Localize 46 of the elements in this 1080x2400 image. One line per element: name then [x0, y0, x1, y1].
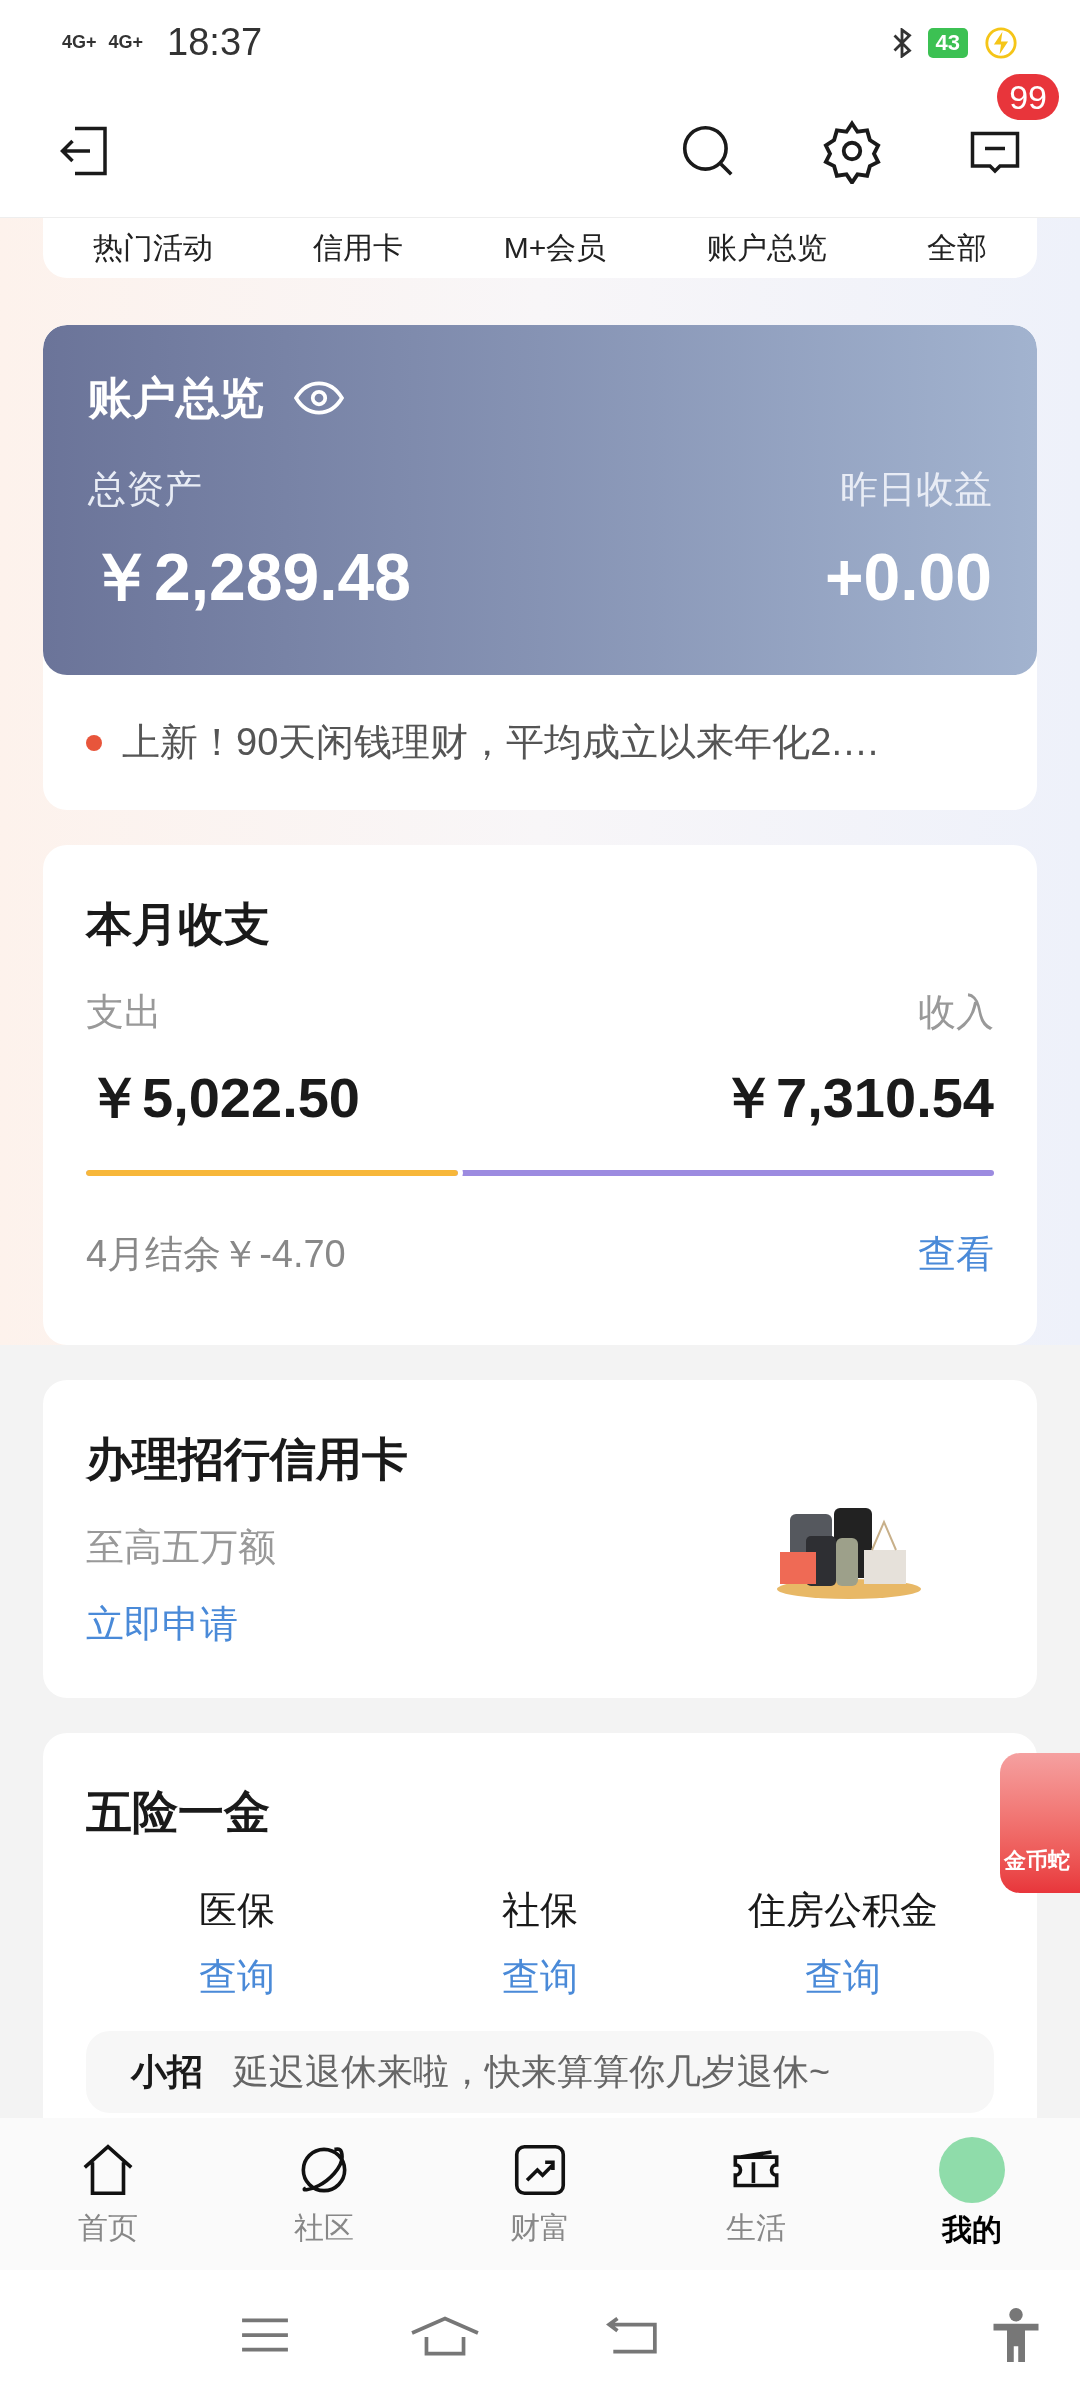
- quick-link[interactable]: 账户总览: [706, 231, 827, 265]
- badge-label: 金币蛇: [1004, 1847, 1070, 1875]
- expense-amount: ￥5,022.50: [86, 1065, 360, 1131]
- balance-text: 4月结余￥-4.70: [86, 1232, 346, 1277]
- quick-link[interactable]: 信用卡: [313, 231, 404, 265]
- card-title: 办理招行信用卡: [86, 1432, 408, 1487]
- expense-label: 支出: [86, 990, 162, 1035]
- nav-tab[interactable]: 社区: [216, 2138, 432, 2250]
- quick-link[interactable]: 热门活动: [93, 231, 214, 265]
- card-title: 五险一金: [86, 1785, 271, 1840]
- nav-tab[interactable]: 首页: [0, 2138, 216, 2250]
- signal-label: 4G+: [108, 31, 144, 54]
- insurance-label: 医保: [199, 1888, 276, 1933]
- quick-link[interactable]: M+会员: [503, 231, 607, 265]
- apply-link[interactable]: 立即申请: [86, 1596, 408, 1653]
- income-amount: ￥7,310.54: [720, 1065, 994, 1131]
- insurance-label: 住房公积金: [747, 1888, 938, 1933]
- notice-text[interactable]: 上新！90天闲钱理财，平均成立以来年化2.…: [122, 714, 880, 771]
- quick-link[interactable]: 全部: [926, 231, 987, 265]
- total-assets-label: 总资产: [88, 467, 202, 512]
- insurance-label: 社保: [502, 1888, 578, 1933]
- bluetooth-icon: [891, 27, 912, 58]
- income-label: 收入: [918, 990, 994, 1035]
- tip-banner[interactable]: 小招 延迟退休来啦，快来算算你几岁退休~: [86, 2031, 994, 2113]
- charging-icon: [984, 25, 1018, 60]
- tip-text: 延迟退休来啦，快来算算你几岁退休~: [233, 2050, 831, 2094]
- battery-indicator: 43: [927, 27, 968, 58]
- view-link[interactable]: 查看: [918, 1226, 994, 1283]
- query-link[interactable]: 查询: [199, 1949, 276, 2006]
- tip-tag: 小招: [131, 2045, 203, 2099]
- notification-badge: 99: [997, 74, 1059, 120]
- signal-label: 4G+: [62, 31, 97, 54]
- yesterday-earnings-label: 昨日收益: [840, 467, 992, 512]
- query-link[interactable]: 查询: [502, 1949, 578, 2006]
- card-title: 本月收支: [86, 897, 271, 952]
- time-text: 18:37: [167, 20, 263, 65]
- accessibility-icon[interactable]: [992, 2308, 1040, 2362]
- nav-tab[interactable]: 我的: [864, 2136, 1080, 2252]
- card-title: 账户总览: [88, 372, 264, 424]
- yesterday-earnings-value: +0.00: [825, 539, 992, 616]
- promo-subtitle: 至高五万额: [86, 1525, 277, 1570]
- nav-tab[interactable]: 生活: [648, 2138, 864, 2250]
- nav-tab[interactable]: 财富: [432, 2138, 648, 2250]
- coin-envelope-badge[interactable]: 金币蛇: [1000, 1753, 1080, 1893]
- total-assets-value: ￥2,289.48: [88, 539, 411, 616]
- query-link[interactable]: 查询: [804, 1949, 881, 2006]
